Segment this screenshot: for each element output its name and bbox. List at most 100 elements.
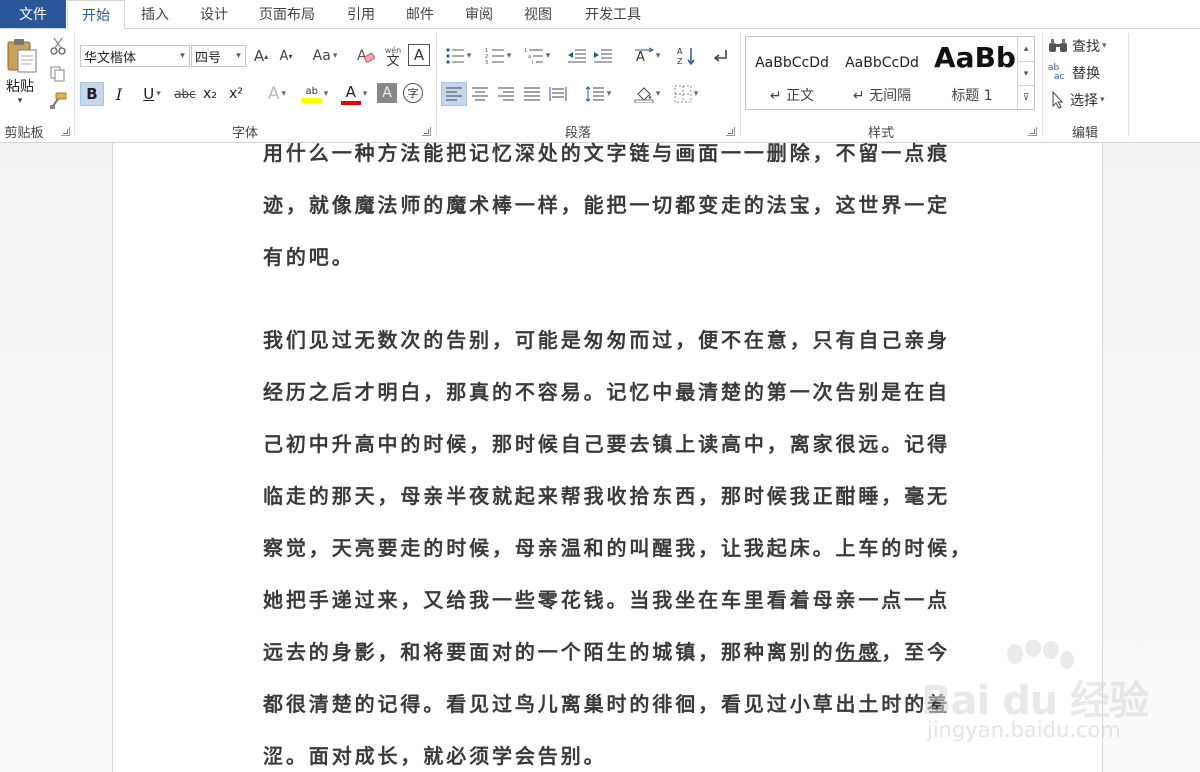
gallery-scroll-down-icon[interactable]: ▾ xyxy=(1017,61,1034,85)
chinese-layout-icon[interactable]: A xyxy=(629,45,665,67)
style-normal[interactable]: AaBbCcDd ↵ 正文 xyxy=(748,39,836,107)
tab-mailings[interactable]: 邮件 xyxy=(393,0,447,28)
svg-text:3: 3 xyxy=(485,60,488,65)
select-button[interactable]: 选择 xyxy=(1050,89,1124,111)
bold-button[interactable]: B xyxy=(80,82,104,106)
enclose-char: 字 xyxy=(407,87,419,100)
sort-icon[interactable]: AZ xyxy=(676,44,698,68)
font-color-icon: A xyxy=(340,82,361,105)
paste-dropdown-icon[interactable]: ▾ xyxy=(14,95,26,107)
tab-review[interactable]: 审阅 xyxy=(452,0,506,28)
text-line[interactable]: 涩。面对成长，就必须学会告别。 xyxy=(263,743,958,769)
italic-button[interactable]: I xyxy=(108,82,130,106)
chevron-down-icon[interactable]: ▾ xyxy=(176,46,189,66)
font-color-button[interactable]: A xyxy=(337,81,371,107)
strikethrough-glyph: abc xyxy=(174,87,196,101)
distributed-button[interactable] xyxy=(546,82,570,106)
paragraph-launcher-icon[interactable] xyxy=(726,127,735,136)
tab-file[interactable]: 文件 xyxy=(0,0,66,28)
numbering-icon[interactable]: 123 xyxy=(480,45,516,67)
shrink-font-glyph: A xyxy=(279,48,289,64)
underline-button[interactable]: U xyxy=(134,82,170,106)
enclose-characters-button[interactable]: 字 xyxy=(403,83,423,103)
tab-developer[interactable]: 开发工具 xyxy=(571,0,655,28)
highlight-color-button[interactable]: ab xyxy=(298,81,332,107)
group-divider xyxy=(1042,33,1043,137)
gallery-more-icon[interactable]: ⊽ xyxy=(1017,85,1034,109)
shrink-font-icon[interactable]: A ▾ xyxy=(275,45,297,67)
line-spacing-button[interactable] xyxy=(580,82,616,106)
style-heading-1-label: 标题 1 xyxy=(951,88,993,104)
format-painter-icon[interactable] xyxy=(48,91,68,111)
text-line[interactable]: 远去的身影，和将要面对的一个陌生的城镇，那种离别的伤感，至今 xyxy=(263,639,958,665)
subscript-button[interactable]: x₂ xyxy=(199,82,221,106)
styles-launcher-icon[interactable] xyxy=(1028,127,1037,136)
find-button[interactable]: 查找 xyxy=(1048,35,1122,57)
change-case-icon[interactable]: Aa xyxy=(308,45,342,67)
text-line[interactable]: 己初中升高中的时候，那时候自己要去镇上读高中，离家很远。记得 xyxy=(263,431,958,457)
text-effects-button[interactable]: A xyxy=(260,82,294,106)
text-line[interactable]: 迹，就像魔法师的魔术棒一样，能把一切都变走的法宝，这世界一定 xyxy=(263,192,958,218)
paste-icon[interactable] xyxy=(4,35,40,75)
tab-insert[interactable]: 插入 xyxy=(128,0,182,28)
borders-button[interactable] xyxy=(668,82,704,106)
svg-text:A: A xyxy=(636,50,645,65)
font-launcher-icon[interactable] xyxy=(422,127,431,136)
svg-text:A: A xyxy=(677,47,683,56)
svg-text:1: 1 xyxy=(524,48,527,54)
text-line[interactable]: 都很清楚的记得。看见过鸟儿离巢时的徘徊，看见过小草出土时的羞 xyxy=(263,691,958,717)
multilevel-list-icon[interactable]: 1ai xyxy=(519,45,555,67)
paragraph-group-label: 段落 xyxy=(564,126,591,141)
text-line[interactable]: 经历之后才明白，那真的不容易。记忆中最清楚的第一次告别是在自 xyxy=(263,379,958,405)
text-line[interactable]: 她把手递过来，又给我一些零花钱。当我坐在车里看着母亲一点一点 xyxy=(263,587,958,613)
tab-page-layout[interactable]: 页面布局 xyxy=(246,0,328,28)
superscript-glyph: x² xyxy=(229,86,243,102)
text-line[interactable]: 察觉，天亮要走的时候，母亲温和的叫醒我，让我起床。上车的时候， xyxy=(263,535,970,561)
shading-button[interactable] xyxy=(629,82,665,106)
align-center-button[interactable] xyxy=(468,82,492,106)
font-size-select[interactable]: 四号 ▾ xyxy=(191,45,246,67)
tab-home[interactable]: 开始 xyxy=(67,0,125,29)
align-left-button[interactable] xyxy=(441,82,467,106)
text-line[interactable]: 有的吧。 xyxy=(263,244,958,270)
superscript-button[interactable]: x² xyxy=(225,82,247,106)
style-normal-label: ↵ 正文 xyxy=(769,88,815,104)
strikethrough-button[interactable]: abc xyxy=(172,82,198,106)
align-right-button[interactable] xyxy=(494,82,518,106)
font-family-select[interactable]: 华文楷体 ▾ xyxy=(80,45,190,67)
grow-font-icon[interactable]: A ▴ xyxy=(250,45,272,67)
font-group-label: 字体 xyxy=(231,126,258,141)
tab-design[interactable]: 设计 xyxy=(187,0,241,28)
text-line[interactable]: 我们见过无数次的告别，可能是匆匆而过，便不在意，只有自己亲身 xyxy=(263,327,958,353)
show-marks-icon[interactable] xyxy=(710,45,732,67)
clipboard-group-label: 剪贴板 xyxy=(4,126,44,141)
text-line[interactable]: 临走的那天，母亲半夜就起来帮我收拾东西，那时候我正酣睡，毫无 xyxy=(263,483,958,509)
justify-button[interactable] xyxy=(520,82,544,106)
chevron-down-icon[interactable]: ▾ xyxy=(232,46,245,66)
decrease-indent-icon[interactable] xyxy=(566,45,588,67)
bullets-icon[interactable] xyxy=(441,45,475,67)
increase-indent-icon[interactable] xyxy=(592,45,614,67)
style-no-spacing[interactable]: AaBbCcDd ↵ 无间隔 xyxy=(838,39,926,107)
replace-button[interactable]: ab ac 替换 xyxy=(1048,62,1122,84)
editing-group-label: 编辑 xyxy=(1071,126,1098,141)
character-border-icon[interactable]: A xyxy=(408,44,430,66)
style-heading-1[interactable]: AaBb 标题 1 xyxy=(928,39,1016,107)
group-divider xyxy=(740,33,741,137)
paste-label[interactable]: 粘贴 xyxy=(2,77,38,95)
copy-icon[interactable] xyxy=(48,64,68,84)
cut-icon[interactable] xyxy=(48,36,68,56)
gallery-scroll-up-icon[interactable]: ▴ xyxy=(1017,37,1034,61)
clipboard-launcher-icon[interactable] xyxy=(61,127,70,136)
replace-label: 替换 xyxy=(1072,66,1100,82)
phonetic-guide-icon[interactable]: wén 文 xyxy=(381,43,405,69)
italic-glyph: I xyxy=(115,84,123,104)
clear-formatting-icon[interactable]: A xyxy=(355,45,377,67)
font-color-char: A xyxy=(345,82,356,101)
tab-view[interactable]: 视图 xyxy=(511,0,565,28)
tab-references[interactable]: 引用 xyxy=(334,0,388,28)
change-case-label: Aa xyxy=(312,48,331,64)
character-shading-button[interactable]: A xyxy=(377,83,397,103)
cursor-icon xyxy=(1052,91,1064,109)
text-line[interactable]: 用什么一种方法能把记忆深处的文字链与画面一一删除，不留一点痕 xyxy=(263,140,958,166)
